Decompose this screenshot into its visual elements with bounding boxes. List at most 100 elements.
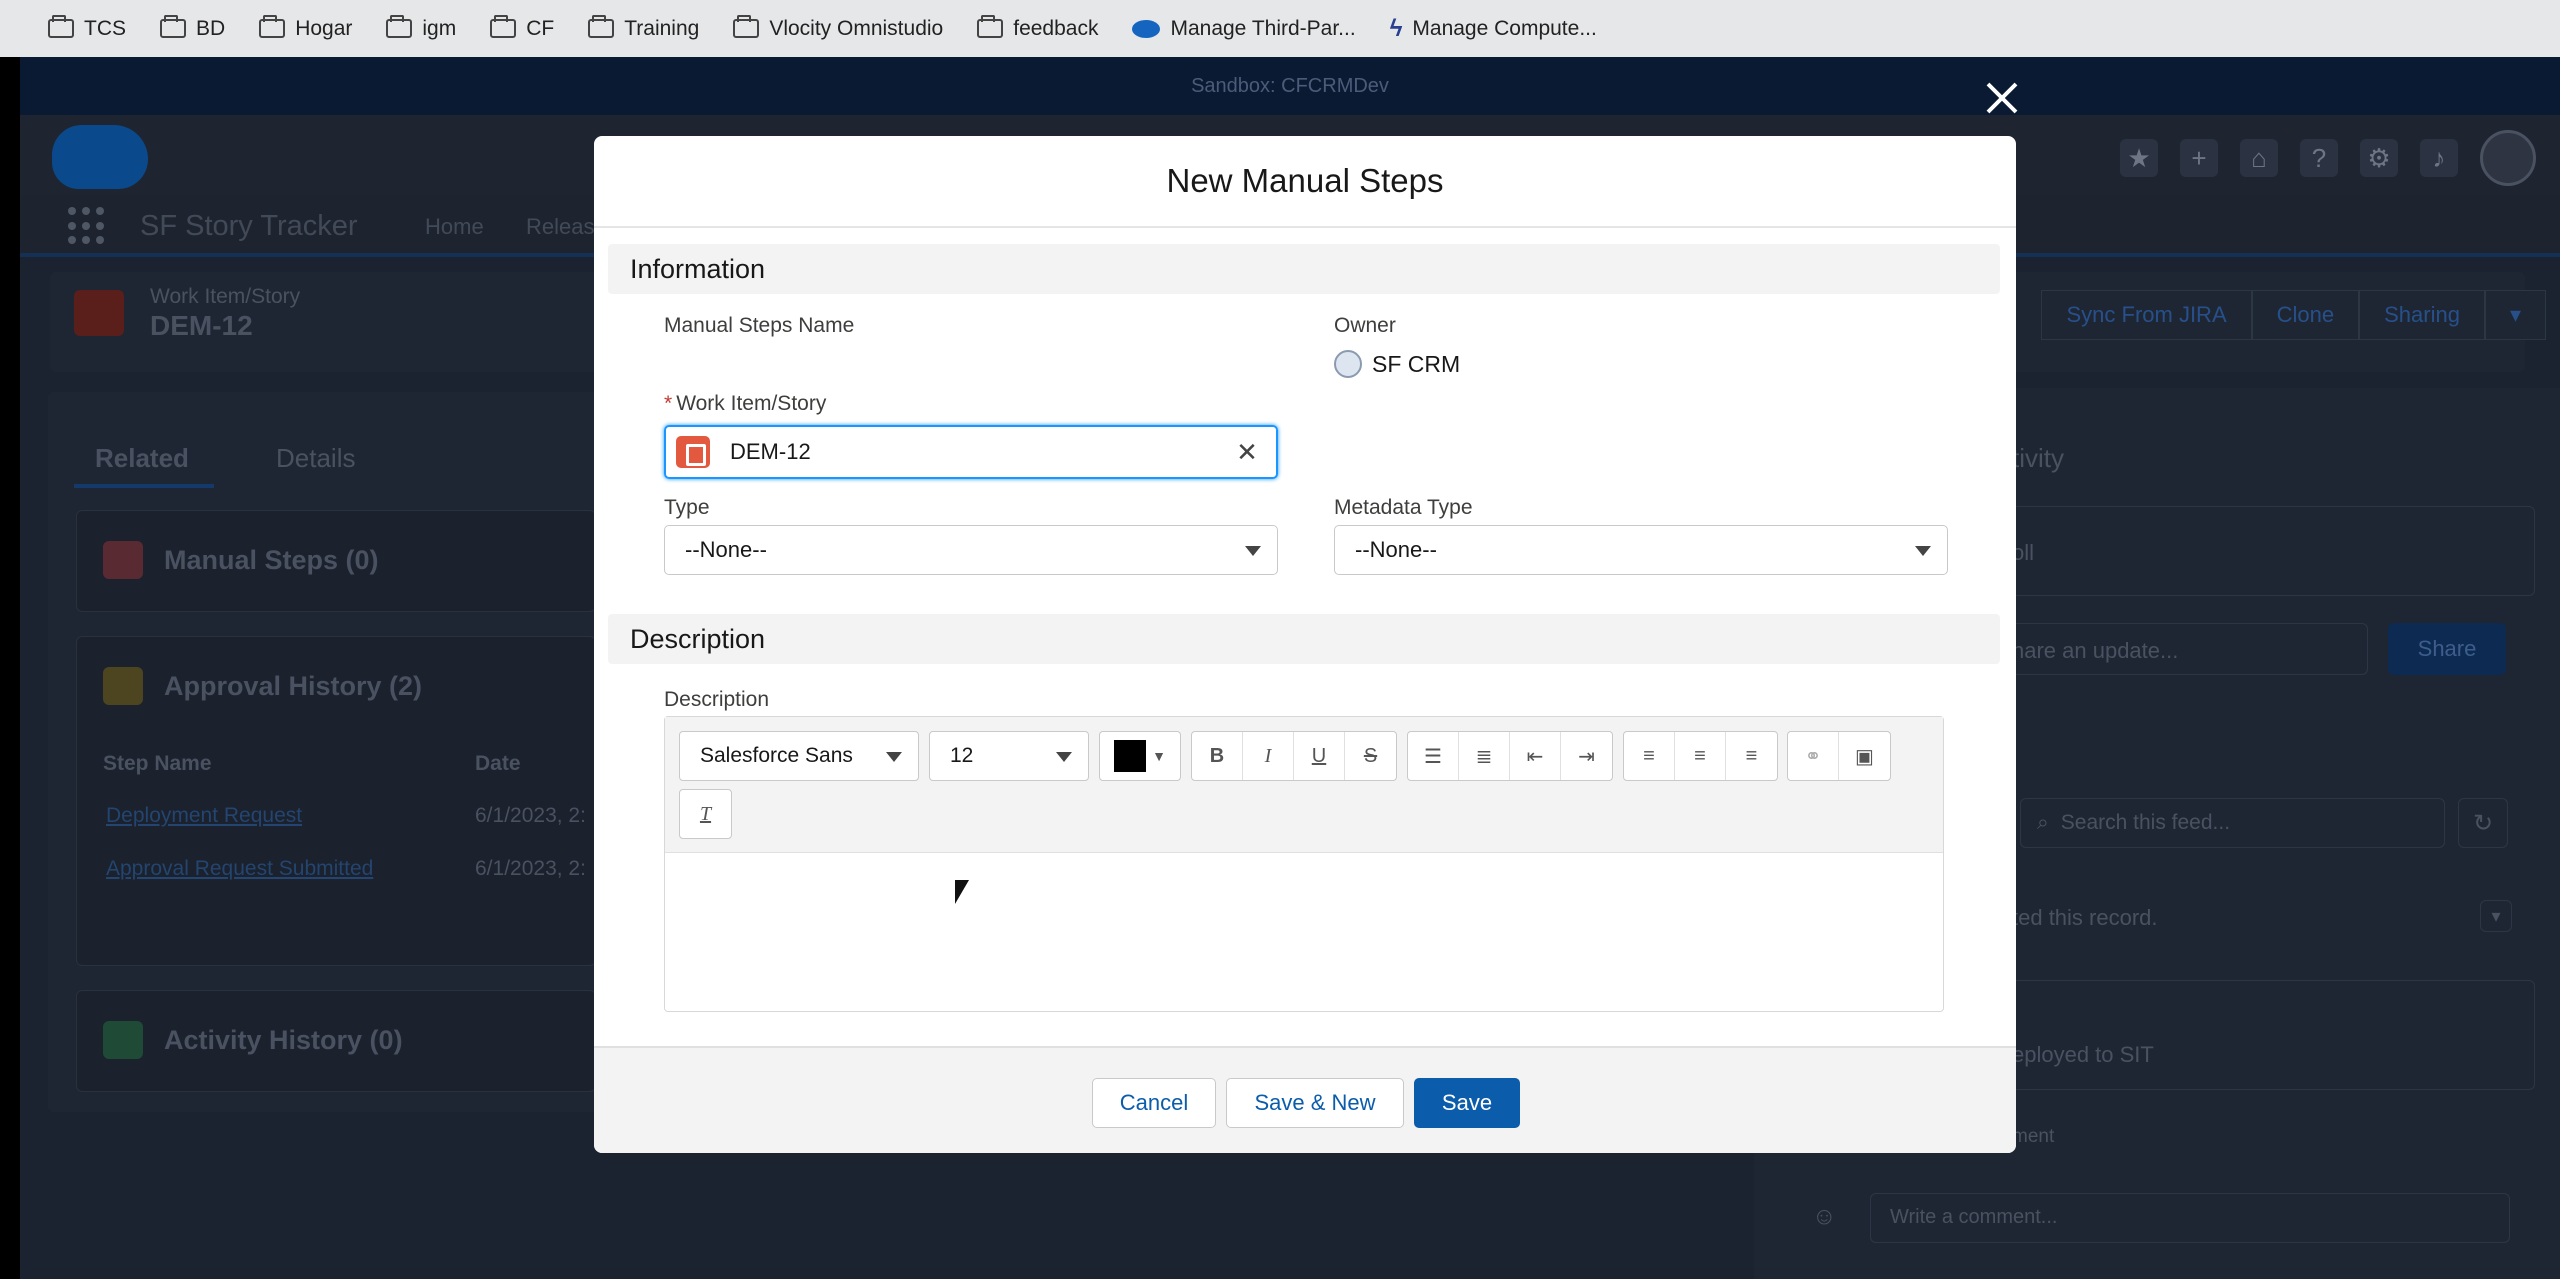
work-item-label: * Work Item/Story <box>664 392 826 416</box>
activity-history-title[interactable]: Activity History (0) <box>164 1025 403 1056</box>
bell-icon[interactable]: ♪ <box>2420 139 2458 177</box>
folder-icon <box>386 15 413 38</box>
text-color-swatch: ▼ <box>1100 732 1180 780</box>
bookmark-label: igm <box>422 16 457 40</box>
app-launcher-icon[interactable] <box>68 207 106 245</box>
window-edge <box>0 57 20 1279</box>
strikethrough-button[interactable]: S <box>1345 732 1396 780</box>
nav-releases[interactable]: Releas <box>526 214 594 240</box>
bookmark-label: Training <box>624 16 700 40</box>
bookmark-training[interactable]: Training <box>588 15 700 41</box>
help-icon[interactable]: ? <box>2300 139 2338 177</box>
bookmark-manage-third-party[interactable]: Manage Third-Par... <box>1132 16 1356 41</box>
modal-title: New Manual Steps <box>594 136 2016 228</box>
user-avatar[interactable] <box>2480 130 2536 186</box>
folder-icon <box>259 15 286 38</box>
numbered-list-icon[interactable]: ≣ <box>1459 732 1510 780</box>
font-size-value: 12 <box>950 744 974 767</box>
close-icon[interactable] <box>1982 78 2022 118</box>
activity-tab[interactable]: tivity <box>2012 443 2064 474</box>
outdent-icon[interactable]: ⇤ <box>1510 732 1561 780</box>
refresh-icon[interactable]: ↻ <box>2458 798 2508 848</box>
bookmark-hogar[interactable]: Hogar <box>259 15 352 41</box>
clone-button[interactable]: Clone <box>2251 290 2360 340</box>
poll-tab-box <box>1990 506 2535 596</box>
work-item-icon <box>74 290 124 336</box>
bookmark-bd[interactable]: BD <box>160 15 226 41</box>
link-icon[interactable]: ⚭ <box>1788 732 1839 780</box>
work-item-icon <box>676 436 710 468</box>
italic-button[interactable]: I <box>1243 732 1294 780</box>
folder-icon <box>733 15 760 38</box>
underline-button[interactable]: U <box>1294 732 1345 780</box>
owner-name: SF CRM <box>1372 350 1461 377</box>
gear-icon[interactable]: ⚙ <box>2360 139 2398 177</box>
feed-item-menu[interactable]: ▾ <box>2480 900 2512 932</box>
share-button[interactable]: Share <box>2388 623 2506 675</box>
rich-text-editor: Salesforce Sans 12 ▼ B I U S ☰ ≣ ⇤ ⇥ ≡ ≡… <box>664 716 1944 1012</box>
folder-icon <box>977 15 1004 38</box>
work-item-lookup[interactable]: DEM-12 ✕ <box>664 425 1278 479</box>
record-actions: Sync From JIRA Clone Sharing ▾ <box>2041 290 2546 340</box>
indent-icon[interactable]: ⇥ <box>1561 732 1612 780</box>
add-icon[interactable]: + <box>2180 139 2218 177</box>
column-step-name: Step Name <box>103 752 212 775</box>
bookmark-label: Vlocity Omnistudio <box>769 16 944 40</box>
approval-row-step-link[interactable]: Approval Request Submitted <box>106 857 373 881</box>
section-information[interactable]: Information <box>608 244 2000 294</box>
favorites-icon[interactable]: ★ <box>2120 139 2158 177</box>
required-marker: * <box>664 392 673 415</box>
bookmark-cf[interactable]: CF <box>490 15 554 41</box>
description-content-area[interactable] <box>665 853 1943 1011</box>
format-group: B I U S <box>1191 731 1397 781</box>
approval-history-title[interactable]: Approval History (2) <box>164 671 422 702</box>
bold-button[interactable]: B <box>1192 732 1243 780</box>
sharing-button[interactable]: Sharing <box>2359 290 2485 340</box>
owner-label: Owner <box>1334 314 1396 337</box>
user-avatar-small: ☺ <box>1812 1203 1837 1230</box>
cancel-button[interactable]: Cancel <box>1092 1078 1216 1128</box>
font-size-select[interactable]: 12 <box>929 731 1089 781</box>
owner-value[interactable]: SF CRM <box>1334 350 1460 378</box>
more-actions-button[interactable]: ▾ <box>2484 290 2546 340</box>
type-value: --None-- <box>685 537 767 562</box>
metadata-type-select[interactable]: --None-- <box>1334 525 1948 575</box>
text-color-picker[interactable]: ▼ <box>1099 731 1181 781</box>
nav-home[interactable]: Home <box>425 214 484 240</box>
bookmark-feedback[interactable]: feedback <box>977 15 1098 41</box>
align-left-icon[interactable]: ≡ <box>1624 732 1675 780</box>
header-icons: ★ + ⌂ ? ⚙ ♪ <box>2120 130 2536 186</box>
folder-icon <box>48 15 74 38</box>
bookmark-label: BD <box>196 16 226 40</box>
description-label: Description <box>664 688 770 711</box>
bookmark-label: Manage Third-Par... <box>1170 16 1356 40</box>
tab-related[interactable]: Related <box>95 443 189 474</box>
sync-from-jira-button[interactable]: Sync From JIRA <box>2041 290 2252 340</box>
section-description[interactable]: Description <box>608 614 2000 664</box>
type-select[interactable]: --None-- <box>664 525 1278 575</box>
bookmark-vlocity[interactable]: Vlocity Omnistudio <box>733 15 944 41</box>
clear-icon[interactable]: ✕ <box>1232 437 1262 467</box>
record-name: DEM-12 <box>150 310 253 341</box>
approval-row-step-link[interactable]: Deployment Request <box>106 804 302 828</box>
sandbox-banner: Sandbox: CFCRMDev <box>20 57 2560 115</box>
bookmark-manage-compute[interactable]: ϟ Manage Compute... <box>1390 15 1597 43</box>
align-right-icon[interactable]: ≡ <box>1726 732 1777 780</box>
trailhead-icon[interactable]: ⌂ <box>2240 139 2278 177</box>
font-family-select[interactable]: Salesforce Sans <box>679 731 919 781</box>
update-placeholder: hare an update... <box>2012 638 2179 663</box>
feed-deployed-text: eployed to SIT <box>2012 1042 2154 1067</box>
clear-formatting-icon[interactable]: T <box>680 790 731 838</box>
feed-search-input[interactable]: ⌕ Search this feed... <box>2020 798 2445 848</box>
tab-details[interactable]: Details <box>276 443 355 474</box>
bullet-list-icon[interactable]: ☰ <box>1408 732 1459 780</box>
save-and-new-button[interactable]: Save & New <box>1226 1078 1404 1128</box>
save-button[interactable]: Save <box>1414 1078 1520 1128</box>
bookmark-tcs[interactable]: TCS <box>48 15 126 41</box>
manual-steps-title[interactable]: Manual Steps (0) <box>164 545 379 576</box>
align-center-icon[interactable]: ≡ <box>1675 732 1726 780</box>
salesforce-logo <box>52 125 148 189</box>
align-group: ≡ ≡ ≡ <box>1623 731 1778 781</box>
image-icon[interactable]: ▣ <box>1839 732 1890 780</box>
bookmark-igm[interactable]: igm <box>386 15 457 41</box>
